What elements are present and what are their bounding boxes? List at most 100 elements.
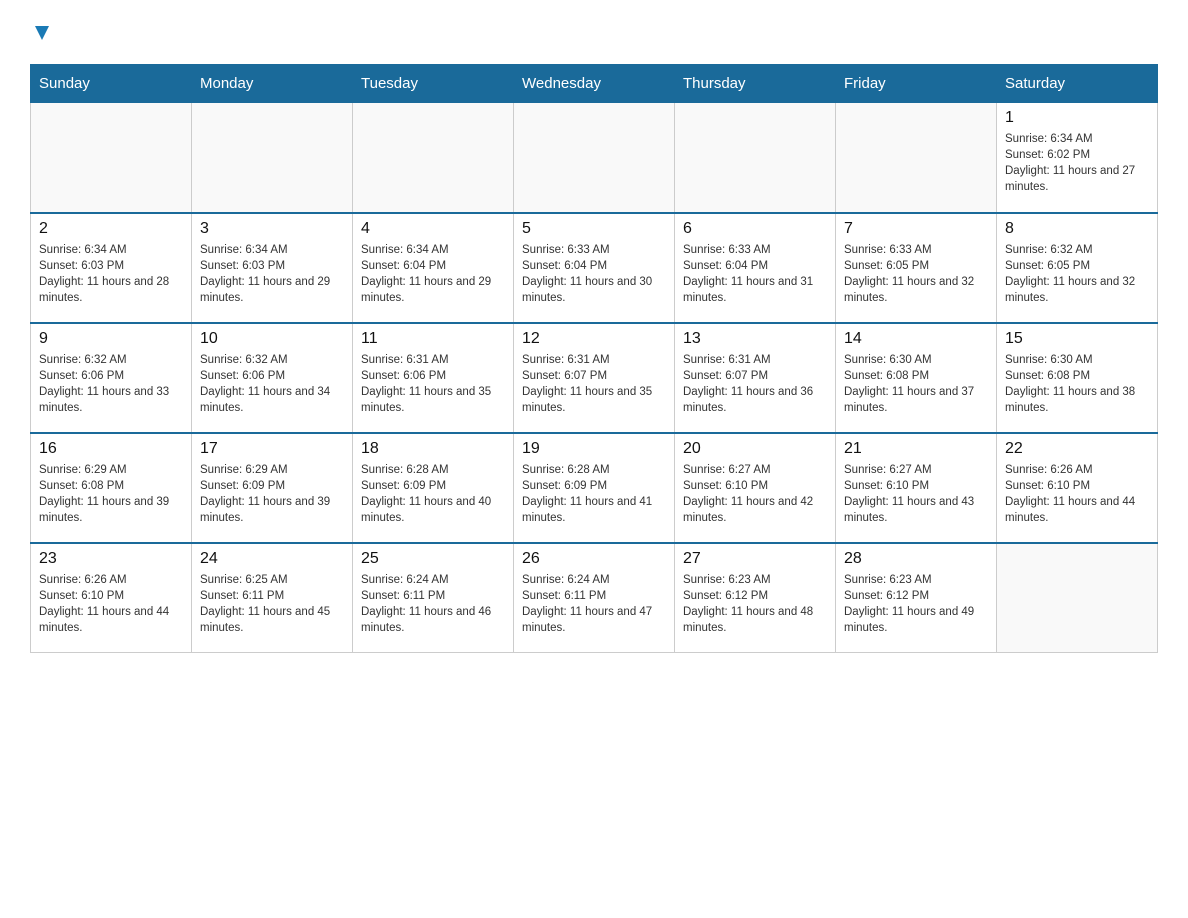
day-number: 24 — [200, 550, 344, 568]
day-number: 4 — [361, 220, 505, 238]
logo — [30, 20, 53, 44]
day-number: 21 — [844, 440, 988, 458]
weekday-header-thursday: Thursday — [675, 65, 836, 103]
day-info: Sunrise: 6:34 AM Sunset: 6:02 PM Dayligh… — [1005, 131, 1149, 195]
calendar-cell: 13 Sunrise: 6:31 AM Sunset: 6:07 PM Dayli… — [675, 323, 836, 433]
calendar-cell: 1 Sunrise: 6:34 AM Sunset: 6:02 PM Daylig… — [997, 103, 1158, 213]
day-number: 9 — [39, 330, 183, 348]
calendar-cell: 16 Sunrise: 6:29 AM Sunset: 6:08 PM Dayli… — [31, 433, 192, 543]
day-info: Sunrise: 6:24 AM Sunset: 6:11 PM Dayligh… — [361, 572, 505, 636]
day-number: 22 — [1005, 440, 1149, 458]
day-number: 16 — [39, 440, 183, 458]
day-info: Sunrise: 6:33 AM Sunset: 6:05 PM Dayligh… — [844, 242, 988, 306]
page-header — [30, 20, 1158, 44]
day-number: 26 — [522, 550, 666, 568]
day-number: 11 — [361, 330, 505, 348]
day-info: Sunrise: 6:26 AM Sunset: 6:10 PM Dayligh… — [39, 572, 183, 636]
calendar-cell: 20 Sunrise: 6:27 AM Sunset: 6:10 PM Dayli… — [675, 433, 836, 543]
calendar-cell: 8Sunrise: 6:32 AM Sunset: 6:05 PM Daylig… — [997, 213, 1158, 323]
calendar-table: SundayMondayTuesdayWednesdayThursdayFrid… — [30, 64, 1158, 653]
day-info: Sunrise: 6:32 AM Sunset: 6:06 PM Dayligh… — [39, 352, 183, 416]
calendar-cell — [353, 103, 514, 213]
day-number: 6 — [683, 220, 827, 238]
day-number: 28 — [844, 550, 988, 568]
weekday-header-monday: Monday — [192, 65, 353, 103]
calendar-cell: 10Sunrise: 6:32 AM Sunset: 6:06 PM Dayli… — [192, 323, 353, 433]
day-number: 12 — [522, 330, 666, 348]
calendar-cell: 11 Sunrise: 6:31 AM Sunset: 6:06 PM Dayli… — [353, 323, 514, 433]
day-info: Sunrise: 6:31 AM Sunset: 6:07 PM Dayligh… — [683, 352, 827, 416]
day-number: 1 — [1005, 109, 1149, 127]
weekday-header-sunday: Sunday — [31, 65, 192, 103]
calendar-cell: 26 Sunrise: 6:24 AM Sunset: 6:11 PM Dayli… — [514, 543, 675, 653]
calendar-cell: 27 Sunrise: 6:23 AM Sunset: 6:12 PM Dayli… — [675, 543, 836, 653]
calendar-cell: 7 Sunrise: 6:33 AM Sunset: 6:05 PM Daylig… — [836, 213, 997, 323]
day-info: Sunrise: 6:27 AM Sunset: 6:10 PM Dayligh… — [683, 462, 827, 526]
day-number: 15 — [1005, 330, 1149, 348]
day-info: Sunrise: 6:25 AM Sunset: 6:11 PM Dayligh… — [200, 572, 344, 636]
calendar-cell: 2 Sunrise: 6:34 AM Sunset: 6:03 PM Daylig… — [31, 213, 192, 323]
day-info: Sunrise: 6:24 AM Sunset: 6:11 PM Dayligh… — [522, 572, 666, 636]
calendar-cell — [514, 103, 675, 213]
calendar-cell: 22 Sunrise: 6:26 AM Sunset: 6:10 PM Dayli… — [997, 433, 1158, 543]
calendar-cell — [192, 103, 353, 213]
calendar-week-row: 23 Sunrise: 6:26 AM Sunset: 6:10 PM Dayli… — [31, 543, 1158, 653]
calendar-cell: 24 Sunrise: 6:25 AM Sunset: 6:11 PM Dayli… — [192, 543, 353, 653]
calendar-cell: 3Sunrise: 6:34 AM Sunset: 6:03 PM Daylig… — [192, 213, 353, 323]
calendar-cell: 25 Sunrise: 6:24 AM Sunset: 6:11 PM Dayli… — [353, 543, 514, 653]
calendar-week-row: 1 Sunrise: 6:34 AM Sunset: 6:02 PM Daylig… — [31, 103, 1158, 213]
day-info: Sunrise: 6:28 AM Sunset: 6:09 PM Dayligh… — [522, 462, 666, 526]
calendar-header-row: SundayMondayTuesdayWednesdayThursdayFrid… — [31, 65, 1158, 103]
calendar-week-row: 9 Sunrise: 6:32 AM Sunset: 6:06 PM Daylig… — [31, 323, 1158, 433]
calendar-cell: 5Sunrise: 6:33 AM Sunset: 6:04 PM Daylig… — [514, 213, 675, 323]
weekday-header-wednesday: Wednesday — [514, 65, 675, 103]
day-info: Sunrise: 6:30 AM Sunset: 6:08 PM Dayligh… — [844, 352, 988, 416]
calendar-cell: 9 Sunrise: 6:32 AM Sunset: 6:06 PM Daylig… — [31, 323, 192, 433]
day-number: 14 — [844, 330, 988, 348]
day-info: Sunrise: 6:26 AM Sunset: 6:10 PM Dayligh… — [1005, 462, 1149, 526]
day-number: 10 — [200, 330, 344, 348]
day-info: Sunrise: 6:32 AM Sunset: 6:05 PM Dayligh… — [1005, 242, 1149, 306]
day-number: 17 — [200, 440, 344, 458]
calendar-cell — [31, 103, 192, 213]
day-number: 25 — [361, 550, 505, 568]
day-info: Sunrise: 6:29 AM Sunset: 6:08 PM Dayligh… — [39, 462, 183, 526]
day-info: Sunrise: 6:28 AM Sunset: 6:09 PM Dayligh… — [361, 462, 505, 526]
day-number: 27 — [683, 550, 827, 568]
calendar-cell: 14 Sunrise: 6:30 AM Sunset: 6:08 PM Dayli… — [836, 323, 997, 433]
calendar-cell: 4 Sunrise: 6:34 AM Sunset: 6:04 PM Daylig… — [353, 213, 514, 323]
weekday-header-friday: Friday — [836, 65, 997, 103]
day-info: Sunrise: 6:29 AM Sunset: 6:09 PM Dayligh… — [200, 462, 344, 526]
calendar-week-row: 16 Sunrise: 6:29 AM Sunset: 6:08 PM Dayli… — [31, 433, 1158, 543]
day-number: 18 — [361, 440, 505, 458]
day-number: 20 — [683, 440, 827, 458]
day-info: Sunrise: 6:31 AM Sunset: 6:06 PM Dayligh… — [361, 352, 505, 416]
day-number: 3 — [200, 220, 344, 238]
day-number: 7 — [844, 220, 988, 238]
logo-arrow-icon — [31, 22, 53, 44]
day-info: Sunrise: 6:34 AM Sunset: 6:04 PM Dayligh… — [361, 242, 505, 306]
calendar-cell — [675, 103, 836, 213]
calendar-cell: 18 Sunrise: 6:28 AM Sunset: 6:09 PM Dayli… — [353, 433, 514, 543]
calendar-cell: 23 Sunrise: 6:26 AM Sunset: 6:10 PM Dayli… — [31, 543, 192, 653]
day-number: 5 — [522, 220, 666, 238]
weekday-header-tuesday: Tuesday — [353, 65, 514, 103]
calendar-cell: 21 Sunrise: 6:27 AM Sunset: 6:10 PM Dayli… — [836, 433, 997, 543]
day-info: Sunrise: 6:34 AM Sunset: 6:03 PM Dayligh… — [39, 242, 183, 306]
calendar-week-row: 2 Sunrise: 6:34 AM Sunset: 6:03 PM Daylig… — [31, 213, 1158, 323]
day-number: 2 — [39, 220, 183, 238]
calendar-cell: 15 Sunrise: 6:30 AM Sunset: 6:08 PM Dayli… — [997, 323, 1158, 433]
day-info: Sunrise: 6:23 AM Sunset: 6:12 PM Dayligh… — [844, 572, 988, 636]
day-info: Sunrise: 6:23 AM Sunset: 6:12 PM Dayligh… — [683, 572, 827, 636]
day-number: 23 — [39, 550, 183, 568]
calendar-cell: 12Sunrise: 6:31 AM Sunset: 6:07 PM Dayli… — [514, 323, 675, 433]
calendar-cell: 19 Sunrise: 6:28 AM Sunset: 6:09 PM Dayli… — [514, 433, 675, 543]
day-info: Sunrise: 6:30 AM Sunset: 6:08 PM Dayligh… — [1005, 352, 1149, 416]
day-info: Sunrise: 6:27 AM Sunset: 6:10 PM Dayligh… — [844, 462, 988, 526]
calendar-cell: 28 Sunrise: 6:23 AM Sunset: 6:12 PM Dayli… — [836, 543, 997, 653]
day-number: 13 — [683, 330, 827, 348]
calendar-cell — [836, 103, 997, 213]
day-number: 19 — [522, 440, 666, 458]
day-info: Sunrise: 6:33 AM Sunset: 6:04 PM Dayligh… — [683, 242, 827, 306]
calendar-cell: 6 Sunrise: 6:33 AM Sunset: 6:04 PM Daylig… — [675, 213, 836, 323]
